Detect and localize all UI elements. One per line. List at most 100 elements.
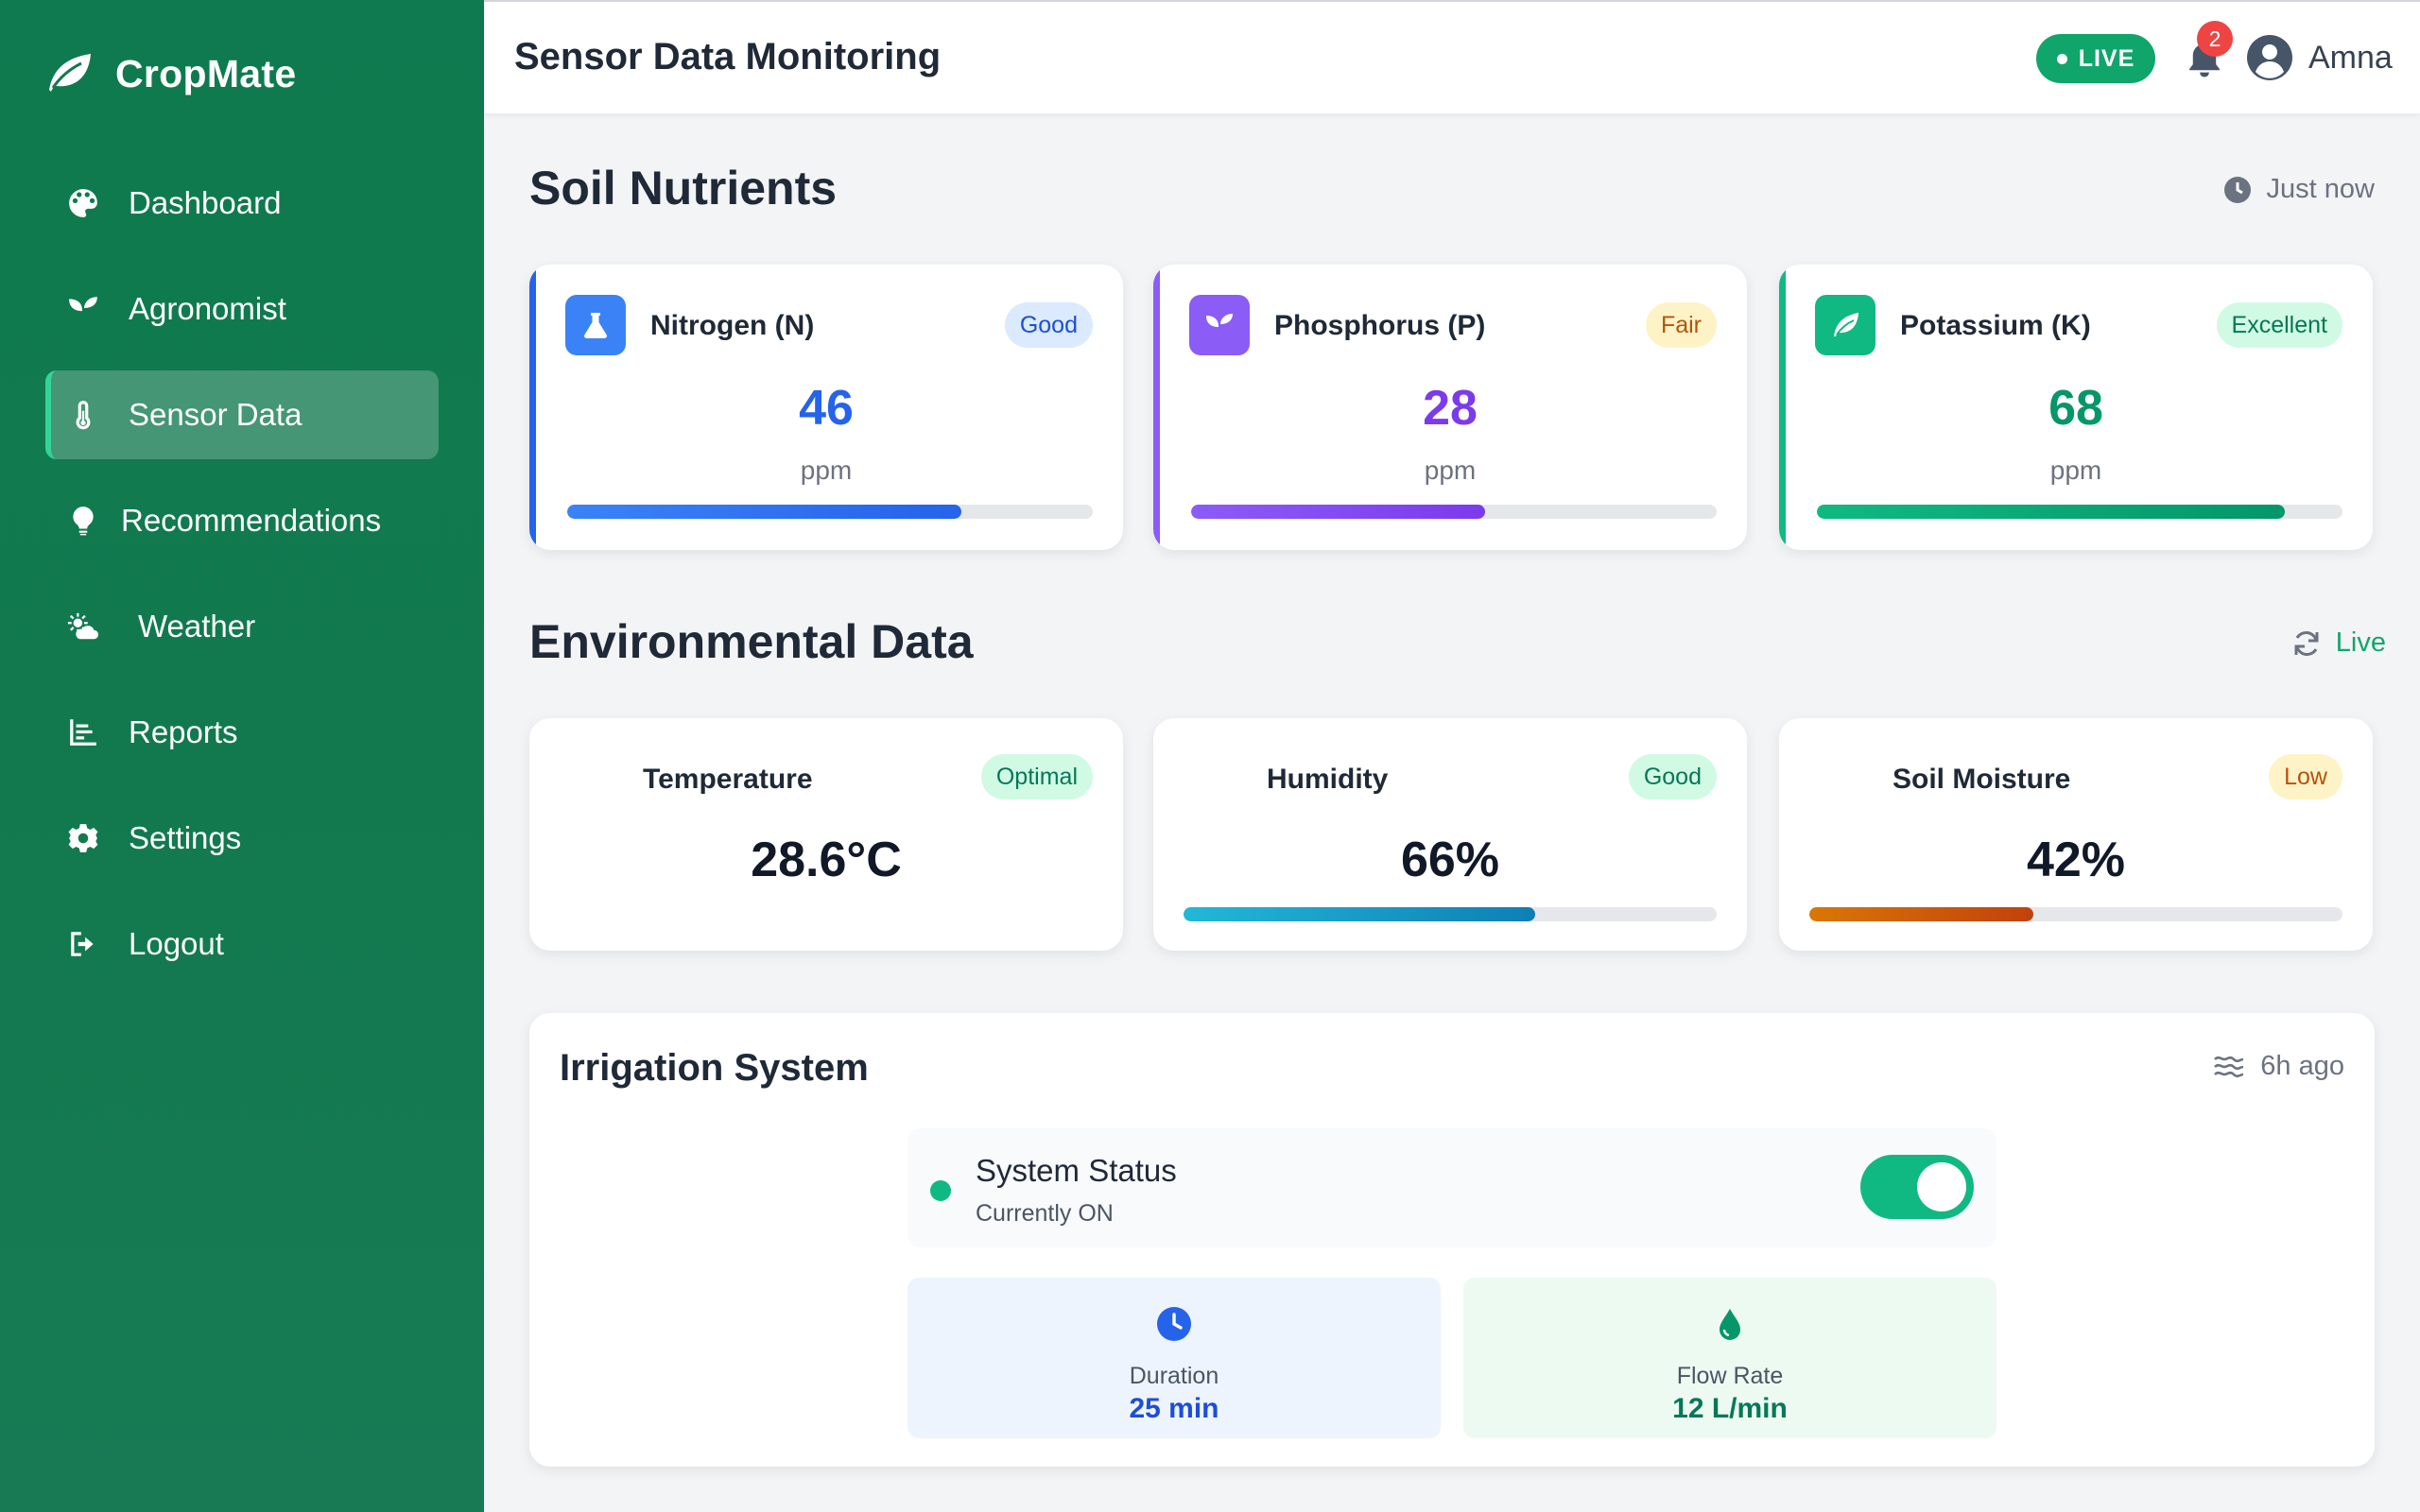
nutrient-value: 68 [2048,381,2103,436]
environmental-data-title: Environmental Data [529,615,974,668]
sidebar-item-reports[interactable]: Reports [45,688,439,777]
env-card-humidity: Humidity Good 66% [1153,718,1747,951]
soil-updated-text: Just now [2266,174,2375,204]
level-bar-fill [1191,505,1486,519]
environment-live-text: Live [2335,627,2386,658]
nutrient-name: Potassium (K) [1900,310,2091,341]
irrigation-updated: 6h ago [2213,1051,2344,1082]
irrigation-card: Irrigation System 6h ago System Status C… [529,1013,2375,1467]
leaf-icon [43,48,95,100]
sidebar-item-weather[interactable]: Weather [45,582,439,671]
lightbulb-icon [66,504,100,538]
top-header: Sensor Data Monitoring LIVE 2 Amna [484,0,2420,113]
level-bar [1809,907,2342,921]
nutrient-card-potassium: Potassium (K) Excellent 68 ppm [1779,265,2373,550]
environment-live[interactable]: Live [2292,627,2386,659]
sidebar-item-label: Recommendations [121,503,382,538]
duration-label: Duration [1129,1363,1219,1389]
env-card-soil-moisture: Soil Moisture Low 42% [1779,718,2373,951]
env-card-temperature: Temperature Optimal 28.6°C [529,718,1123,951]
flow-rate-value: 12 L/min [1672,1393,1788,1424]
logout-icon [66,927,100,961]
sidebar-item-agronomist[interactable]: Agronomist [45,265,439,353]
brand[interactable]: CropMate [43,45,296,102]
level-bar-fill [567,505,961,519]
soil-nutrients-title: Soil Nutrients [529,162,838,215]
sidebar-item-sensor-data[interactable]: Sensor Data [45,370,439,459]
live-status-badge: LIVE [2036,34,2155,83]
sidebar-item-logout[interactable]: Logout [45,900,439,988]
level-bar [1191,505,1717,519]
sidebar-item-label: Sensor Data [129,397,302,432]
status-badge: Good [1628,754,1717,799]
system-status-panel: System Status Currently ON [908,1128,1996,1247]
env-value: 42% [2026,833,2126,887]
live-dot-icon [2056,53,2067,64]
sidebar-item-label: Logout [129,926,224,961]
sidebar-item-label: Settings [129,820,242,855]
soil-updated: Just now [2223,174,2375,205]
irrigation-updated-text: 6h ago [2260,1051,2344,1081]
water-waves-icon [2214,1056,2244,1077]
status-badge: Good [1004,302,1093,348]
flow-rate-stat: Flow Rate 12 L/min [1463,1278,1996,1438]
level-bar-fill [1817,505,2285,519]
leaf-icon [1815,295,1876,355]
live-label: LIVE [2078,44,2135,72]
nutrient-unit: ppm [800,455,853,485]
sidebar-item-label: Reports [129,714,238,749]
notification-count-badge: 2 [2197,21,2233,57]
status-badge: Excellent [2216,302,2342,348]
status-badge: Fair [1645,302,1717,348]
duration-stat: Duration 25 min [908,1278,1441,1438]
seedling-icon [1189,295,1250,355]
sidebar-item-label: Agronomist [129,291,286,326]
env-value: 66% [1400,833,1500,887]
water-drop-icon [1720,1309,1740,1340]
env-name: Temperature [643,764,813,795]
level-bar-fill [1184,907,1536,921]
sidebar-item-recommendations[interactable]: Recommendations [45,476,439,565]
status-indicator-dot [930,1180,951,1201]
flow-rate-label: Flow Rate [1676,1363,1784,1389]
clock-icon [1157,1307,1191,1341]
status-badge: Low [2269,754,2342,799]
nutrient-card-nitrogen: Nitrogen (N) Good 46 ppm [529,265,1123,550]
nutrient-unit: ppm [2049,455,2102,485]
duration-value: 25 min [1129,1393,1219,1424]
env-name: Humidity [1267,764,1389,795]
nutrient-card-phosphorus: Phosphorus (P) Fair 28 ppm [1153,265,1747,550]
flask-icon [565,295,626,355]
level-bar [1817,505,2342,519]
seedling-icon [66,292,100,326]
nutrient-value: 46 [799,381,854,436]
clock-icon [2223,176,2251,203]
user-avatar-icon[interactable] [2246,34,2293,81]
nutrient-unit: ppm [1424,455,1477,485]
status-subtitle: Currently ON [976,1200,1114,1227]
sun-cloud-icon [66,610,100,644]
irrigation-toggle[interactable] [1860,1155,1974,1219]
nutrient-name: Phosphorus (P) [1274,310,1486,341]
sidebar-item-dashboard[interactable]: Dashboard [45,159,439,248]
refresh-icon [2294,630,2319,656]
page-title: Sensor Data Monitoring [514,36,942,77]
irrigation-title: Irrigation System [560,1047,869,1089]
env-value: 28.6°C [751,833,902,887]
thermometer-icon [66,398,100,432]
chart-icon [66,715,100,749]
nutrient-value: 28 [1423,381,1478,436]
sidebar-item-settings[interactable]: Settings [45,794,439,883]
palette-icon [66,186,100,220]
nutrient-name: Nitrogen (N) [650,310,815,341]
status-badge: Optimal [980,754,1093,799]
level-bar [1184,907,1717,921]
sidebar-item-label: Weather [138,609,256,644]
toggle-knob [1917,1162,1966,1211]
gear-icon [66,821,100,855]
env-name: Soil Moisture [1893,764,2071,795]
sidebar-item-label: Dashboard [129,185,282,220]
app-name: CropMate [115,51,297,95]
user-name[interactable]: Amna [2308,40,2393,77]
sidebar: CropMate Dashboard Agronomist Sensor Dat… [0,0,484,1512]
